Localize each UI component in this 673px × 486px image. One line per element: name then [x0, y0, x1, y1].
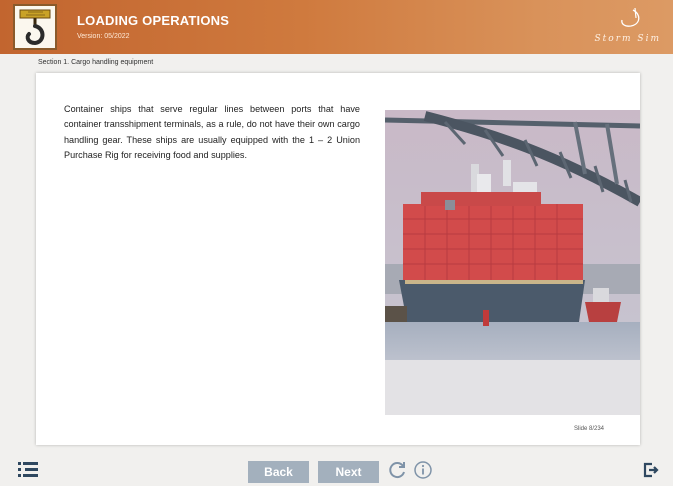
app-header: LOADING OPERATIONS Version: 05/2022 Stor…	[0, 0, 673, 54]
crane-hook-icon	[13, 4, 57, 50]
next-button[interactable]: Next	[318, 461, 379, 483]
slide-text: Container ships that serve regular lines…	[64, 104, 360, 161]
container-ship-photo	[385, 74, 640, 415]
version-label: Version: 05/2022	[77, 33, 130, 40]
refresh-icon[interactable]	[387, 460, 407, 480]
section-label: Section 1. Cargo handling equipment	[38, 59, 154, 66]
info-icon[interactable]	[413, 460, 433, 480]
back-button[interactable]: Back	[248, 461, 309, 483]
slide-counter: Slide 8/234	[574, 426, 605, 432]
exit-icon[interactable]	[643, 462, 659, 478]
brand-name: Storm Sim	[594, 34, 661, 44]
list-menu-icon[interactable]	[18, 461, 38, 477]
course-title: LOADING OPERATIONS	[77, 13, 230, 28]
